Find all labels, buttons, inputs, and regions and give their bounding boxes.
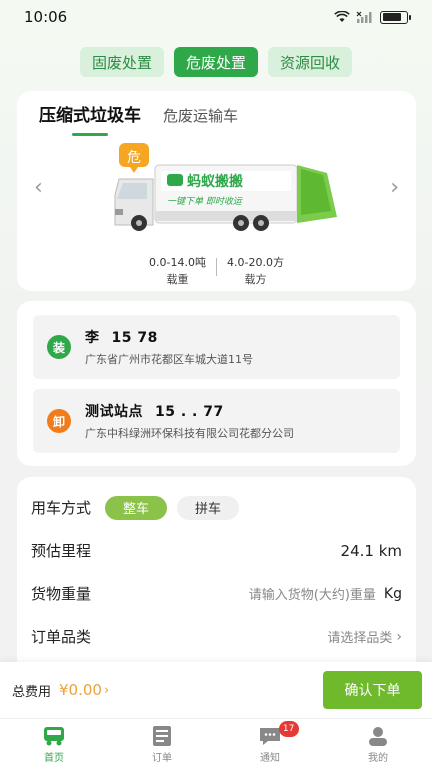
spec-weight-label: 载重 [166,273,189,286]
load-contact: 李 15 78 [85,327,400,347]
mode-shared-truck-button[interactable]: 拼车 [177,495,240,520]
total-fee-label: 总费用 [12,684,52,700]
vehicle-mode-row: 用车方式 整车 拼车 [31,486,402,529]
truck-slogan-text: 一键下单 即时收运 [167,196,243,207]
tabbar-profile-label: 我的 [368,753,388,764]
spec-volume-value: 4.0-20.0方 [227,256,284,269]
chevron-right-icon: › [103,682,110,698]
tab-compression-truck[interactable]: 压缩式垃圾车 [39,101,141,136]
category-row[interactable]: 订单品类 请选择品类 › [31,615,402,658]
truck-card: 压缩式垃圾车 危废运输车 ‹ › 危 蚂蚁搬搬 一键下单 即时收运 0.0-14… [17,91,416,291]
tabbar-notifications-label: 通知 [260,753,280,764]
tabbar-orders[interactable]: 订单 [108,719,216,768]
signal-icon [356,11,372,23]
weight-unit: Kg [383,585,402,602]
truck-type-tabs: 压缩式垃圾车 危废运输车 [17,91,416,136]
load-contact-name: 李 [85,330,100,346]
tab-recycling[interactable]: 资源回收 [268,47,353,77]
route-card: 装 李 15 78 广东省广州市花都区车城大道11号 卸 测试站点 15 . . 7… [17,301,416,466]
spec-load-volume: 4.0-20.0方 载方 [217,254,294,287]
next-truck-arrow[interactable]: › [390,175,399,200]
prev-truck-arrow[interactable]: ‹ [34,175,43,200]
status-bar: 10:06 [0,0,432,34]
weight-label: 货物重量 [31,585,92,603]
tab-hazardous-waste[interactable]: 危废处置 [173,47,258,77]
status-time: 10:06 [24,8,68,26]
weight-row: 货物重量 请输入货物(大约)重量 Kg [31,572,402,615]
tabbar-home-label: 首页 [44,753,64,764]
category-placeholder: 请选择品类 [327,631,393,646]
hazard-badge-icon: 危 [119,143,149,173]
spec-volume-label: 载方 [244,273,267,286]
tab-solid-waste[interactable]: 固废处置 [79,47,164,77]
tabbar-orders-label: 订单 [152,753,172,764]
order-action-bar: 总费用 ¥0.00 › 确认下单 [0,662,432,718]
unload-address: 广东中科绿洲环保科技有限公司花都分公司 [85,427,294,440]
truck-brand-text: 蚂蚁搬搬 [187,173,243,190]
status-icons [334,10,411,24]
unload-contact: 测试站点 15 . . 77 [85,401,400,421]
total-fee[interactable]: 总费用 ¥0.00 › [12,681,109,700]
tabbar-home[interactable]: 首页 [0,719,108,768]
tab-hazmat-truck[interactable]: 危废运输车 [163,105,238,136]
hazard-badge-text: 危 [127,150,141,166]
unload-badge: 卸 [47,409,71,433]
order-icon [153,726,171,746]
unload-contact-name: 测试站点 [85,404,143,420]
order-form-card: 用车方式 整车 拼车 预估里程 24.1 km 货物重量 请输入货物(大约)重量… [17,477,416,677]
mode-full-truck-button[interactable]: 整车 [105,495,168,520]
total-fee-value: ¥0.00 [59,681,102,699]
tabbar-profile[interactable]: 我的 [324,719,432,768]
user-icon [369,727,387,746]
spec-load-weight: 0.0-14.0吨 载重 [139,254,216,287]
truck-icon [44,727,64,746]
category-label: 订单品类 [31,628,92,646]
truck-specs: 0.0-14.0吨 载重 4.0-20.0方 载方 [17,254,416,287]
vehicle-mode-group: 整车 拼车 [105,495,402,520]
weight-input-group: 请输入货物(大约)重量 Kg [249,584,402,604]
distance-value: 24.1 km [340,541,402,560]
truck-image: 危 蚂蚁搬搬 一键下单 即时收运 [114,143,337,231]
vehicle-mode-label: 用车方式 [31,499,92,517]
notification-count-badge: 17 [278,721,299,737]
battery-icon [380,10,411,24]
confirm-order-button[interactable]: 确认下单 [323,671,422,709]
load-badge: 装 [47,335,71,359]
load-address: 广东省广州市花都区车城大道11号 [85,353,253,366]
distance-row: 预估里程 24.1 km [31,529,402,572]
distance-label: 预估里程 [31,542,92,560]
bottom-tabbar: 首页 订单 17 通知 我的 [0,718,432,768]
load-address-box[interactable]: 装 李 15 78 广东省广州市花都区车城大道11号 [33,315,400,379]
service-tabs: 固废处置 危废处置 资源回收 [0,47,432,77]
unload-contact-phone: 15 . . 77 [155,404,224,420]
load-contact-phone: 15 78 [111,330,158,346]
chevron-right-icon: › [396,628,402,645]
category-select[interactable]: 请选择品类 › [327,627,402,647]
tabbar-notifications[interactable]: 17 通知 [216,719,324,768]
weight-input[interactable]: 请输入货物(大约)重量 [249,584,376,603]
unload-address-box[interactable]: 卸 测试站点 15 . . 77 广东中科绿洲环保科技有限公司花都分公司 [33,389,400,453]
wifi-icon [334,11,350,22]
spec-weight-value: 0.0-14.0吨 [149,256,206,269]
